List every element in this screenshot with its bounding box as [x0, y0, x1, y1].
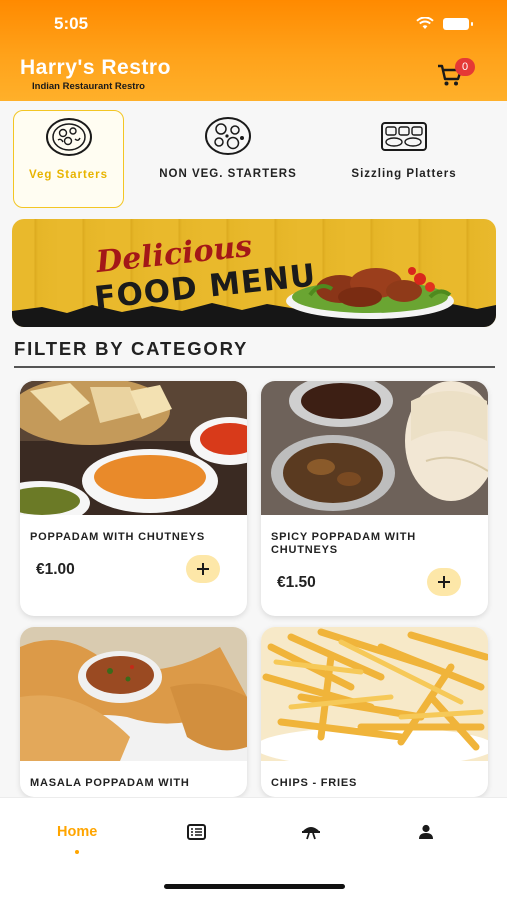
veg-plate-icon	[45, 118, 92, 156]
tab-sizzling-platters[interactable]: Sizzling Platters	[334, 110, 474, 208]
nav-profile[interactable]	[418, 824, 434, 840]
wifi-icon	[416, 17, 434, 29]
profile-icon	[419, 824, 433, 839]
plus-icon	[197, 563, 209, 575]
category-tabs: Veg Starters NON VEG. STARTERS Sizzling …	[0, 101, 507, 213]
tab-label: Veg Starters	[28, 169, 109, 181]
plus-icon	[438, 576, 450, 588]
app-header: 5:05 Harry's Restro Indian Restaurant Re…	[0, 0, 507, 101]
nav-active-indicator	[75, 850, 80, 854]
food-platter-image	[286, 267, 454, 319]
filter-heading: FILTER BY CATEGORY	[14, 338, 249, 359]
product-price: €1.50	[277, 574, 316, 591]
status-icons	[416, 17, 473, 30]
product-image	[20, 381, 247, 515]
product-price: €1.00	[36, 561, 75, 578]
dish-cloche-icon	[302, 827, 320, 840]
status-time: 5:05	[54, 14, 89, 33]
home-indicator	[164, 884, 345, 889]
add-to-cart-button[interactable]	[186, 555, 220, 583]
product-card[interactable]: MASALA POPPADAM WITH	[20, 627, 247, 797]
tab-label: Sizzling Platters	[351, 168, 457, 180]
product-card[interactable]: SPICY POPPADAM WITH CHUTNEYS €1.50	[261, 381, 488, 616]
nav-menu[interactable]	[187, 824, 206, 840]
app-title: Harry's Restro	[20, 56, 171, 79]
menu-list-icon	[187, 824, 206, 840]
nonveg-plate-icon	[205, 117, 251, 155]
app-subtitle: Indian Restaurant Restro	[32, 81, 145, 92]
battery-icon	[443, 17, 473, 30]
product-image	[20, 627, 247, 761]
product-name: MASALA POPPADAM WITH	[30, 777, 190, 789]
product-image	[261, 381, 488, 515]
add-to-cart-button[interactable]	[427, 568, 461, 596]
product-card[interactable]: POPPADAM WITH CHUTNEYS €1.00	[20, 381, 247, 616]
product-image	[261, 627, 488, 761]
nav-home-label: Home	[57, 824, 98, 840]
nav-home[interactable]: Home	[57, 824, 97, 854]
cart-count-badge[interactable]: 0	[455, 58, 475, 76]
product-name: POPPADAM WITH CHUTNEYS	[30, 531, 206, 543]
product-card[interactable]: CHIPS - FRIES	[261, 627, 488, 797]
nav-orders[interactable]	[301, 824, 321, 840]
product-name: SPICY POPPADAM WITH CHUTNEYS	[271, 531, 416, 556]
platter-tray-icon	[381, 122, 427, 151]
tab-veg-starters[interactable]: Veg Starters	[13, 110, 124, 208]
product-name: CHIPS - FRIES	[271, 777, 358, 789]
tab-label: NON VEG. STARTERS	[159, 168, 297, 180]
tab-non-veg-starters[interactable]: NON VEG. STARTERS	[140, 110, 316, 208]
filter-divider	[14, 366, 495, 368]
promo-banner[interactable]: Delicious FOOD MENU	[12, 219, 496, 327]
